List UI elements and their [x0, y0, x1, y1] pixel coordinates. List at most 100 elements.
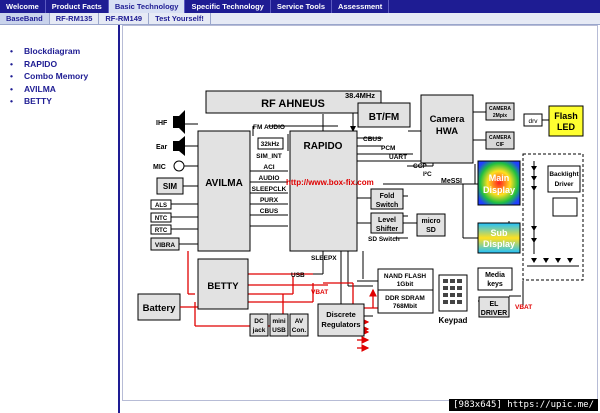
backlight-driver-block: [547, 165, 581, 193]
nand-flash-label-2: 1Gbit: [397, 281, 414, 288]
signal-sd-switch: SD Switch: [368, 236, 400, 243]
signal-cbus-left: CBUS: [260, 208, 279, 215]
ddr-sdram-label-2: 768Mbit: [393, 303, 418, 310]
subtab-baseband[interactable]: BaseBand: [0, 13, 50, 24]
nand-flash-label-1: NAND FLASH: [384, 273, 427, 280]
backlight-switch-icon: [552, 197, 578, 217]
keypad-label: Keypad: [439, 316, 468, 325]
image-size-watermark: [983x645] https://upic.me/: [449, 399, 598, 411]
tab-basic-technology[interactable]: Basic Technology: [108, 0, 186, 13]
fold-switch-label-1: Fold: [380, 193, 395, 200]
sidebar-item-betty[interactable]: • BETTY: [10, 96, 118, 109]
dc-jack-label-2: jack: [252, 327, 266, 334]
level-shifter-label-2: Shifter: [376, 226, 398, 233]
signal-sleepclk: SLEEPCLK: [252, 186, 287, 193]
tab-specific-technology[interactable]: Specific Technology: [185, 0, 271, 13]
micro-sd-label-1: micro: [421, 218, 440, 225]
tab-welcome[interactable]: Welcome: [0, 0, 46, 13]
bullet-icon: •: [10, 71, 13, 81]
signal-uart: UART: [389, 154, 407, 161]
tab-product-facts[interactable]: Product Facts: [46, 0, 109, 13]
bullet-icon: •: [10, 46, 13, 56]
sub-display-label-2: Display: [483, 239, 515, 249]
rtc-label: RTC: [155, 228, 168, 234]
signal-messi: MeSSI: [441, 178, 462, 185]
signal-cbus-right: CBUS: [363, 136, 382, 143]
camera-cif-label-1: CAMERA: [489, 135, 511, 141]
backlight-driver-label-2: Driver: [555, 181, 574, 188]
tab-assessment[interactable]: Assessment: [332, 0, 390, 13]
main-display-label-1: Main: [489, 173, 510, 183]
signal-usb: USB: [291, 272, 305, 279]
sidebar-item-combo-memory[interactable]: • Combo Memory: [10, 71, 118, 84]
speaker-ihf-icon: [173, 110, 185, 134]
sidebar-item-label: RAPIDO: [24, 58, 58, 69]
signal-audio: AUDIO: [259, 175, 280, 182]
bt-fm-label: BT/FM: [369, 112, 400, 123]
top-navigation: Welcome Product Facts Basic Technology S…: [0, 0, 600, 13]
flash-led-label-2: LED: [557, 122, 576, 132]
av-con-label-2: Con.: [292, 327, 307, 334]
sidebar-item-rapido[interactable]: • RAPIDO: [10, 59, 118, 72]
als-label: ALS: [155, 203, 167, 209]
signal-aci: ACI: [263, 164, 274, 171]
ihf-label: IHF: [156, 120, 168, 127]
signal-vbat-1: VBAT: [311, 289, 328, 296]
signal-32khz: 32kHz: [261, 141, 281, 148]
avilma-label: AVILMA: [205, 178, 243, 189]
flash-led-label-1: Flash: [554, 111, 578, 121]
ear-speaker-icon: [173, 136, 185, 156]
sidebar-item-avilma[interactable]: • AVILMA: [10, 84, 118, 97]
level-shifter-label-1: Level: [378, 217, 396, 224]
page: Welcome Product Facts Basic Technology S…: [0, 0, 600, 413]
sim-label: SIM: [163, 182, 178, 191]
signal-fm-audio: FM AUDIO: [253, 124, 285, 131]
mic-icon: [173, 160, 185, 172]
sidebar-item-label: BETTY: [24, 96, 52, 106]
subtab-test-yourself[interactable]: Test Yourself!: [149, 13, 211, 24]
backlight-driver-label-1: Backlight: [549, 171, 579, 178]
dc-jack-label-1: DC: [254, 318, 264, 325]
subtab-rf-rm135[interactable]: RF-RM135: [50, 13, 100, 24]
battery-label: Battery: [143, 303, 176, 314]
signal-ccp: CCP: [413, 163, 427, 170]
fold-switch-label-2: Switch: [376, 202, 399, 209]
micro-sd-label-2: SD: [426, 227, 436, 234]
discrete-regulators-label-1: Discrete: [326, 310, 356, 319]
sidebar-item-blockdiagram[interactable]: • Blockdiagram: [10, 46, 118, 59]
camera-hwa-label-2: HWA: [436, 126, 458, 137]
content-area: RF AHNEUS 38.4MHz BT/FM Camera HWA CAMER…: [122, 25, 600, 413]
av-con-label-1: AV: [295, 318, 304, 325]
bullet-icon: •: [10, 83, 13, 94]
sidebar-item-label: Combo Memory: [24, 71, 89, 81]
avilma-block: [197, 130, 251, 252]
el-driver-label-1: EL: [490, 301, 500, 308]
media-keys-label-2: keys: [487, 281, 503, 288]
signal-pcm: PCM: [381, 145, 395, 152]
sub-navigation: BaseBand RF-RM135 RF-RM149 Test Yourself…: [0, 13, 600, 25]
bullet-icon: •: [10, 58, 13, 69]
tab-service-tools[interactable]: Service Tools: [271, 0, 333, 13]
mini-usb-label-1: mini: [272, 318, 286, 325]
ddr-sdram-label-1: DDR SDRAM: [385, 295, 425, 302]
signal-sim-int: SIM_INT: [256, 153, 282, 160]
discrete-regulators-label-2: Regulators: [321, 320, 360, 329]
drv-label: drv: [528, 118, 538, 125]
subtab-rf-rm149[interactable]: RF-RM149: [99, 13, 150, 24]
camera-2mpix-label-2: 2Mpix: [493, 113, 507, 119]
signal-sleepx: SLEEPX: [311, 255, 337, 262]
signal-vbat-2: VBAT: [515, 304, 532, 311]
freq-label: 38.4MHz: [345, 91, 375, 100]
media-keys-label-1: Media: [485, 272, 505, 279]
signal-i2c: I²C: [423, 171, 432, 178]
rf-ahneus-label: RF AHNEUS: [261, 98, 325, 110]
betty-label: BETTY: [207, 281, 239, 292]
ntc-label: NTC: [155, 216, 168, 222]
el-driver-label-2: DRIVER: [481, 310, 507, 317]
main-display-label-2: Display: [483, 185, 515, 195]
ear-label: Ear: [156, 144, 168, 151]
diagram-panel: RF AHNEUS 38.4MHz BT/FM Camera HWA CAMER…: [122, 25, 598, 401]
url-watermark-text: http://www.box-fix.com: [286, 178, 374, 187]
sidebar: • Blockdiagram • RAPIDO • Combo Memory • AVI…: [0, 25, 120, 413]
sub-display-label-1: Sub: [491, 228, 509, 238]
